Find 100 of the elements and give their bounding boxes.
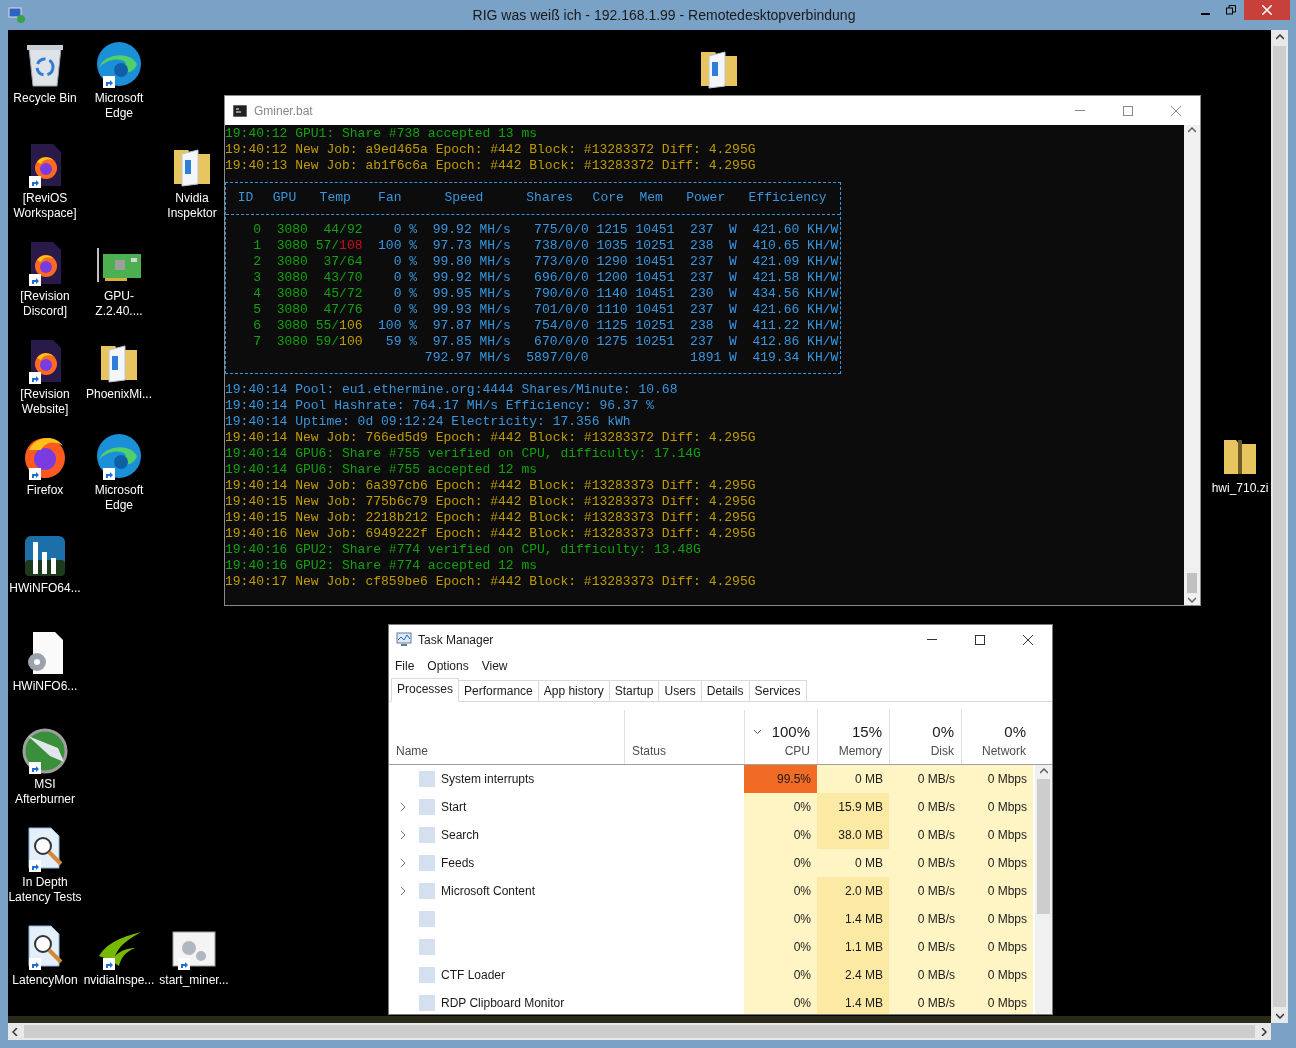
recycle-bin-icon	[25, 42, 65, 88]
desktop-icon-label[interactable]: HWiNFO64...	[9, 581, 81, 596]
column-header[interactable]: Memory	[838, 742, 882, 760]
process-icon	[419, 883, 435, 899]
terminal-icon	[233, 104, 247, 117]
table-cell-text: 100 %	[377, 318, 418, 334]
process-icon	[419, 771, 435, 787]
scroll-up-icon[interactable]	[1039, 768, 1048, 774]
monitor-chart-icon	[396, 632, 412, 647]
scroll-thumb[interactable]	[1273, 46, 1286, 1007]
browser-icon	[95, 432, 143, 480]
column-header[interactable]: CPU	[784, 742, 810, 760]
column-header[interactable]: Name	[396, 742, 624, 760]
scroll-up-icon[interactable]	[1275, 34, 1284, 40]
desktop-icon-label[interactable]: [Revision Website]	[8, 387, 83, 417]
column-header[interactable]: Disk	[930, 742, 954, 760]
table-cell-text: 3080	[275, 334, 308, 350]
desktop-icon-label[interactable]: HWiNFO6...	[12, 679, 78, 694]
column-header[interactable]: Status	[632, 742, 744, 760]
tab[interactable]: Processes	[391, 678, 460, 702]
tab[interactable]: Startup	[608, 680, 660, 701]
process-name: Microsoft Content	[441, 883, 536, 900]
menu-item[interactable]: View	[481, 657, 508, 675]
table-cell-text: 3	[252, 270, 262, 286]
expand-chevron-icon[interactable]	[400, 858, 406, 868]
gears-window-icon	[171, 930, 217, 970]
expand-chevron-icon[interactable]	[400, 802, 406, 812]
table-cell-text: 3080	[275, 286, 308, 302]
browser-icon	[95, 40, 143, 88]
desktop-icon-label[interactable]: Recycle Bin	[13, 91, 77, 106]
table-cell-text: 1200	[595, 270, 628, 286]
scroll-thumb[interactable]	[1187, 573, 1197, 593]
scroll-thumb[interactable]	[1037, 779, 1050, 914]
console-line: 19:40:16 GPU2: Share #774 accepted 12 ms	[225, 558, 538, 574]
desktop-icon-label[interactable]: MSI Afterburner	[8, 777, 83, 807]
desktop-icon-label[interactable]: hwi_710.zi	[1211, 481, 1269, 496]
total-cell-text: 5897/0/0	[525, 350, 589, 366]
table-cell-text: 3080	[275, 238, 308, 254]
tab[interactable]: App history	[537, 680, 610, 701]
table-cell-text: 3080	[275, 254, 308, 270]
table-cell-text: 59/100	[314, 334, 363, 350]
menu-item[interactable]: File	[395, 657, 415, 675]
close-button[interactable]	[1244, 0, 1290, 20]
maximize-icon[interactable]	[975, 634, 985, 645]
desktop-icon-label[interactable]: In Depth Latency Tests	[8, 875, 83, 905]
expand-chevron-icon[interactable]	[400, 886, 406, 896]
table-cell-text: 1215	[595, 222, 628, 238]
tab[interactable]: Services	[748, 680, 807, 701]
console-line: 19:40:14 GPU6: Share #755 accepted 12 ms	[225, 462, 538, 478]
expand-chevron-icon[interactable]	[400, 830, 406, 840]
desktop-icon-label[interactable]: PhoenixMi...	[86, 387, 152, 402]
scrollbar[interactable]	[1184, 125, 1200, 605]
scroll-down-icon[interactable]	[1275, 1013, 1284, 1019]
column-header[interactable]: Network	[982, 742, 1026, 760]
table-cell-text: 0 %	[392, 270, 418, 286]
scroll-up-icon[interactable]	[1188, 127, 1196, 133]
desktop-icon-label[interactable]: Firefox	[26, 483, 64, 498]
menu-item[interactable]: Options	[427, 657, 469, 675]
table-cell-text: 6	[252, 318, 262, 334]
remote-desktop-icon	[8, 6, 26, 24]
table-cell-text: 773/0/0	[533, 254, 589, 270]
column-header: Fan	[377, 190, 403, 206]
table-cell: 0 MB/s	[889, 849, 961, 877]
desktop-icon-label[interactable]: Microsoft Edge	[81, 483, 157, 513]
table-cell-text: 55/106	[314, 318, 363, 334]
scroll-left-icon[interactable]	[12, 1027, 18, 1036]
desktop-icon-label[interactable]: start_miner...	[159, 973, 229, 988]
scroll-thumb[interactable]	[24, 1025, 1255, 1038]
process-name: System interrupts	[441, 771, 535, 788]
table-cell: 0 MB/s	[889, 793, 961, 821]
desktop-icon-label[interactable]: [ReviOS Workspace]	[8, 191, 83, 221]
desktop-icon-label[interactable]: Nvidia Inspektor	[161, 191, 223, 221]
table-cell-text: 411.22 KH/W	[751, 318, 839, 334]
desktop-icon-label[interactable]: LatencyMon	[12, 973, 78, 988]
desktop-icon-label[interactable]: [Revision Discord]	[8, 289, 83, 319]
table-cell-text: 99.92 MH/s	[431, 270, 511, 286]
scroll-right-icon[interactable]	[1261, 1027, 1267, 1036]
table-cell-text: 1290	[595, 254, 628, 270]
table-cell-text: 100 %	[377, 238, 418, 254]
close-icon[interactable]	[1023, 634, 1033, 645]
table-cell-text: 237 W	[689, 302, 737, 318]
desktop-icon-label[interactable]: GPU-Z.2.40....	[81, 289, 157, 319]
table-cell-text: 3080	[275, 318, 308, 334]
console-line: 19:40:14 Pool: eu1.ethermine.org:4444 Shares/Minute: 10.68	[225, 382, 678, 398]
table-cell-text: 434.56 KH/W	[751, 286, 839, 302]
total-cell-text: 792.97 MH/s	[423, 350, 511, 366]
column-header: Temp	[318, 190, 352, 206]
table-cell-text: 701/0/0	[533, 302, 589, 318]
scrollbar[interactable]	[1271, 30, 1288, 1023]
scrollbar[interactable]	[1035, 765, 1052, 1014]
scroll-down-icon[interactable]	[1188, 597, 1196, 603]
scrollbar[interactable]	[8, 1023, 1271, 1040]
table-cell: 0%	[744, 989, 817, 1014]
table-cell-text: 99.92 MH/s	[431, 222, 511, 238]
table-cell-text: 2	[252, 254, 262, 270]
table-cell: 0 Mbps	[961, 877, 1033, 905]
process-name: RDP Clipboard Monitor	[441, 995, 565, 1012]
desktop-icon-label[interactable]: nvidiaInspe...	[83, 973, 155, 988]
desktop-icon-label[interactable]: Microsoft Edge	[81, 91, 157, 121]
settings-file-icon	[25, 630, 65, 676]
